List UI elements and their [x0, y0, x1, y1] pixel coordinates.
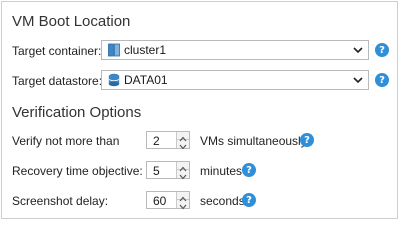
stepper-down-icon[interactable] — [177, 170, 189, 180]
stepper-up-icon[interactable] — [177, 132, 189, 142]
stepper-down-icon[interactable] — [177, 140, 189, 150]
section-title-boot: VM Boot Location — [12, 13, 131, 30]
help-icon-rto[interactable]: ? — [242, 163, 256, 177]
help-icon-screenshot-delay[interactable]: ? — [242, 193, 256, 207]
verify-limit-value[interactable]: 2 — [153, 134, 160, 148]
screenshot-delay-stepper[interactable]: 60 — [146, 191, 190, 210]
stepper-buttons — [176, 162, 189, 180]
stepper-buttons — [176, 192, 189, 210]
help-icon-verify-limit[interactable]: ? — [300, 133, 314, 147]
cluster-icon — [108, 43, 120, 57]
chevron-down-icon[interactable] — [352, 44, 364, 56]
stepper-buttons — [176, 132, 189, 150]
target-datastore-label: Target datastore: — [12, 74, 103, 88]
rto-value[interactable]: 5 — [153, 164, 160, 178]
stepper-up-icon[interactable] — [177, 192, 189, 202]
stepper-up-icon[interactable] — [177, 162, 189, 172]
rto-unit: minutes — [200, 164, 243, 178]
target-container-label: Target container: — [12, 44, 102, 58]
target-datastore-select[interactable]: DATA01 — [101, 70, 369, 90]
screenshot-delay-unit: seconds — [200, 194, 245, 208]
stepper-down-icon[interactable] — [177, 200, 189, 210]
rto-stepper[interactable]: 5 — [146, 161, 190, 180]
target-datastore-value: DATA01 — [124, 73, 168, 87]
verify-limit-label: Verify not more than — [12, 134, 120, 148]
target-container-select[interactable]: cluster1 — [101, 40, 369, 60]
help-icon-datastore[interactable]: ? — [375, 73, 389, 87]
screenshot-delay-label: Screenshot delay: — [12, 194, 109, 208]
verify-limit-unit: VMs simultaneously — [200, 134, 307, 148]
target-container-value: cluster1 — [124, 43, 167, 57]
help-icon-container[interactable]: ? — [375, 43, 389, 57]
database-icon — [108, 73, 120, 87]
verify-limit-stepper[interactable]: 2 — [146, 131, 190, 150]
rto-label: Recovery time objective: — [12, 164, 143, 178]
screenshot-delay-value[interactable]: 60 — [153, 194, 166, 208]
chevron-down-icon[interactable] — [352, 74, 364, 86]
section-title-verification: Verification Options — [12, 104, 142, 121]
